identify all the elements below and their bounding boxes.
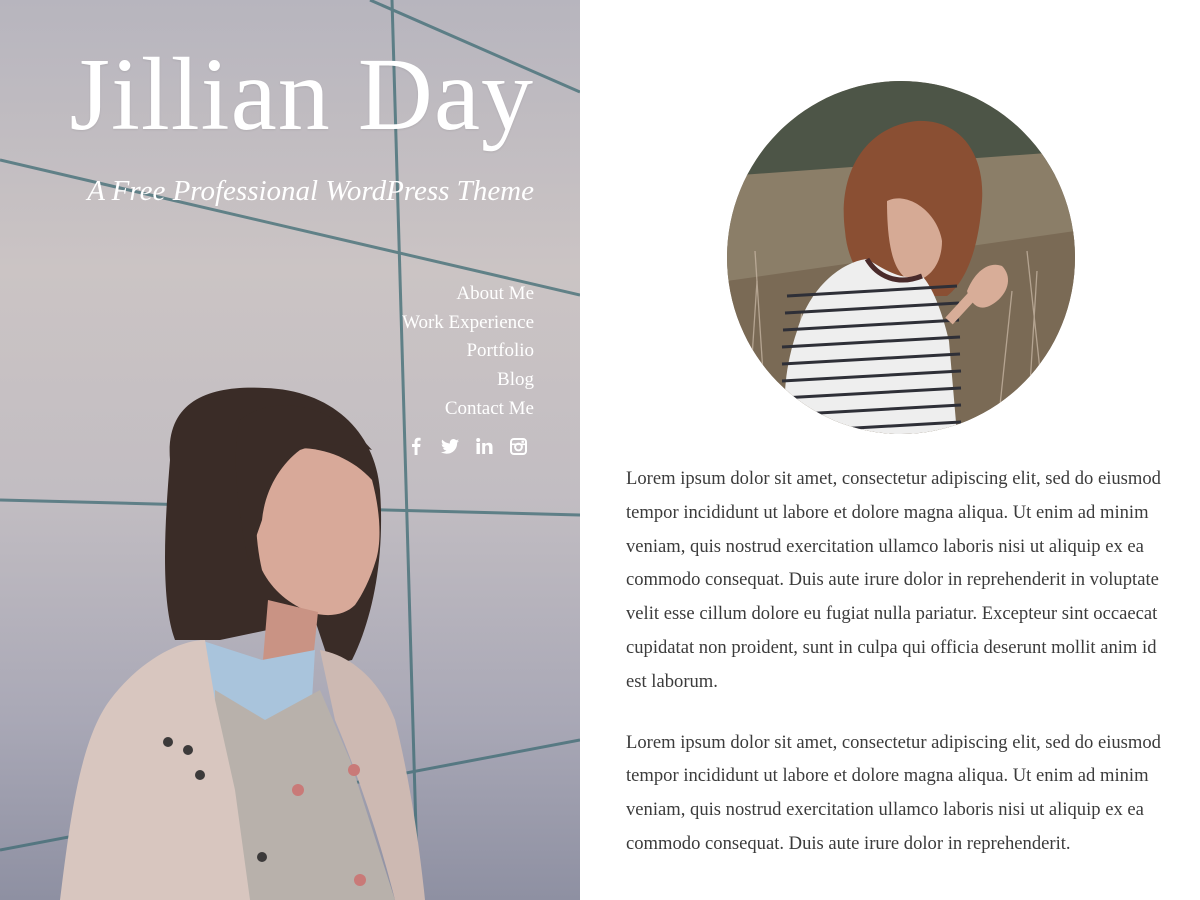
site-title[interactable]: Jillian Day [70, 37, 534, 152]
nav-item-about-me[interactable]: About Me [402, 280, 534, 309]
nav-item-portfolio[interactable]: Portfolio [402, 337, 534, 366]
linkedin-icon[interactable] [474, 435, 494, 457]
intro-text: Lorem ipsum dolor sit amet, consectetur … [626, 462, 1171, 888]
nav-item-blog[interactable]: Blog [402, 366, 534, 395]
nav-item-work-experience[interactable]: Work Experience [402, 309, 534, 338]
site-tagline: A Free Professional WordPress Theme [87, 175, 534, 207]
instagram-icon[interactable] [508, 435, 528, 457]
main-navigation: About Me Work Experience Portfolio Blog … [402, 280, 534, 424]
main-content: Lorem ipsum dolor sit amet, consectetur … [580, 0, 1200, 900]
facebook-icon[interactable] [406, 435, 426, 457]
paragraph: Lorem ipsum dolor sit amet, consectetur … [626, 731, 1161, 854]
social-links [406, 435, 528, 457]
profile-photo [727, 81, 1075, 434]
hero-panel: Jillian Day A Free Professional WordPres… [0, 0, 580, 900]
paragraph: Lorem ipsum dolor sit amet, consectetur … [626, 468, 1161, 692]
nav-item-contact-me[interactable]: Contact Me [402, 395, 534, 424]
twitter-icon[interactable] [440, 435, 460, 457]
